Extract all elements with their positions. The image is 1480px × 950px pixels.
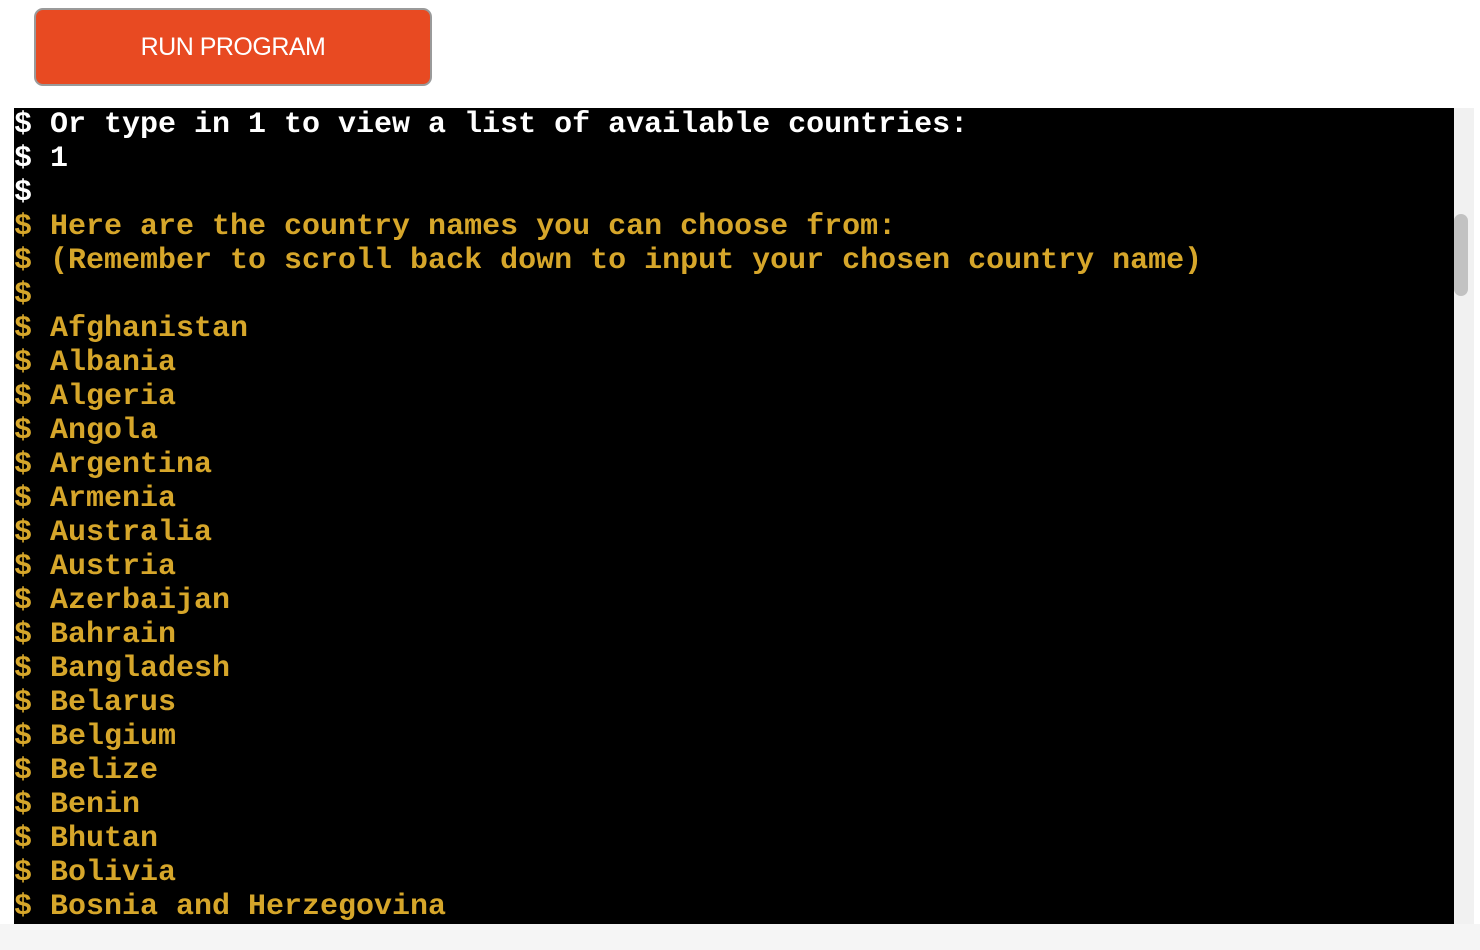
terminal-line: $ Armenia bbox=[14, 482, 1202, 516]
page-left-edge bbox=[0, 0, 14, 950]
prompt-symbol: $ bbox=[14, 176, 33, 210]
terminal-line-text: Belgium bbox=[50, 720, 177, 754]
terminal-line-text: Belize bbox=[50, 754, 159, 788]
prompt-symbol: $ bbox=[14, 482, 33, 516]
terminal-line-text: (Remember to scroll back down to input y… bbox=[50, 244, 1203, 278]
terminal-line-text: Armenia bbox=[50, 482, 177, 516]
terminal-line-text: Benin bbox=[50, 788, 141, 822]
terminal-line-text: Algeria bbox=[50, 380, 177, 414]
terminal-line-text: Belarus bbox=[50, 686, 177, 720]
terminal-line: $ bbox=[14, 278, 1202, 312]
terminal-line: $ Bhutan bbox=[14, 822, 1202, 856]
terminal-line: $ Algeria bbox=[14, 380, 1202, 414]
prompt-symbol: $ bbox=[14, 584, 33, 618]
terminal-line: $ Belgium bbox=[14, 720, 1202, 754]
terminal-line-text: Albania bbox=[50, 346, 177, 380]
terminal-output[interactable]: $ Or type in 1 to view a list of availabl… bbox=[14, 108, 1454, 924]
prompt-symbol: $ bbox=[14, 754, 33, 788]
prompt-symbol: $ bbox=[14, 686, 33, 720]
terminal-line: $1 bbox=[14, 142, 1202, 176]
terminal-line: $ Belize bbox=[14, 754, 1202, 788]
page: RUN PROGRAM $ Or type in 1 to view a list… bbox=[0, 0, 1480, 950]
prompt-symbol: $ bbox=[14, 822, 33, 856]
terminal-line: $ Albania bbox=[14, 346, 1202, 380]
terminal-line: $ Azerbaijan bbox=[14, 584, 1202, 618]
terminal-line: $ Bolivia bbox=[14, 856, 1202, 890]
terminal-line-text: Azerbaijan bbox=[50, 584, 231, 618]
terminal-line: $ Benin bbox=[14, 788, 1202, 822]
terminal-line: $ Afghanistan bbox=[14, 312, 1202, 346]
terminal-line-text: Austria bbox=[50, 550, 177, 584]
terminal-line-text: Argentina bbox=[50, 448, 213, 482]
page-bottom-strip bbox=[0, 924, 1480, 950]
terminal-line: $ Austria bbox=[14, 550, 1202, 584]
terminal-line-text: Bangladesh bbox=[50, 652, 231, 686]
prompt-symbol: $ bbox=[14, 516, 33, 550]
prompt-symbol: $ bbox=[14, 414, 33, 448]
terminal-line-text: Bolivia bbox=[50, 856, 177, 890]
prompt-symbol: $ bbox=[14, 142, 33, 176]
terminal-line-text: Afghanistan bbox=[50, 312, 249, 346]
prompt-symbol: $ bbox=[14, 380, 33, 414]
terminal-line-text: Bosnia and Herzegovina bbox=[50, 890, 447, 924]
terminal-line: $ bbox=[14, 176, 1202, 210]
terminal-lines: $ Or type in 1 to view a list of availabl… bbox=[14, 108, 1202, 924]
prompt-symbol: $ bbox=[14, 890, 33, 924]
prompt-symbol: $ bbox=[14, 278, 33, 312]
terminal-line-text: 1 bbox=[50, 142, 69, 176]
prompt-symbol: $ bbox=[14, 856, 33, 890]
terminal-line-text: Bhutan bbox=[50, 822, 159, 856]
terminal-line-text: Or type in 1 to view a list of available… bbox=[50, 108, 969, 142]
terminal-line: $ Bosnia and Herzegovina bbox=[14, 890, 1202, 924]
terminal-line: $ Bangladesh bbox=[14, 652, 1202, 686]
terminal-line: $ Bahrain bbox=[14, 618, 1202, 652]
prompt-symbol: $ bbox=[14, 448, 33, 482]
terminal-line: $ Belarus bbox=[14, 686, 1202, 720]
prompt-symbol: $ bbox=[14, 788, 33, 822]
prompt-symbol: $ bbox=[14, 312, 33, 346]
prompt-symbol: $ bbox=[14, 108, 33, 142]
terminal-line-text: Bahrain bbox=[50, 618, 177, 652]
terminal-line: $ Here are the country names you can choo… bbox=[14, 210, 1202, 244]
terminal-line-text: Here are the country names you can choos… bbox=[50, 210, 897, 244]
run-program-button[interactable]: RUN PROGRAM bbox=[34, 8, 432, 86]
terminal-line: $ (Remember to scroll back down to input … bbox=[14, 244, 1202, 278]
terminal-line-text: Australia bbox=[50, 516, 213, 550]
prompt-symbol: $ bbox=[14, 652, 33, 686]
terminal-line: $ Australia bbox=[14, 516, 1202, 550]
terminal-line: $ Or type in 1 to view a list of availabl… bbox=[14, 108, 1202, 142]
terminal-line: $ Argentina bbox=[14, 448, 1202, 482]
prompt-symbol: $ bbox=[14, 244, 33, 278]
prompt-symbol: $ bbox=[14, 550, 33, 584]
terminal-line-text: Angola bbox=[50, 414, 159, 448]
prompt-symbol: $ bbox=[14, 210, 33, 244]
prompt-symbol: $ bbox=[14, 618, 33, 652]
prompt-symbol: $ bbox=[14, 346, 33, 380]
prompt-symbol: $ bbox=[14, 720, 33, 754]
terminal-scrollbar-thumb[interactable] bbox=[1454, 214, 1468, 296]
terminal-line: $ Angola bbox=[14, 414, 1202, 448]
